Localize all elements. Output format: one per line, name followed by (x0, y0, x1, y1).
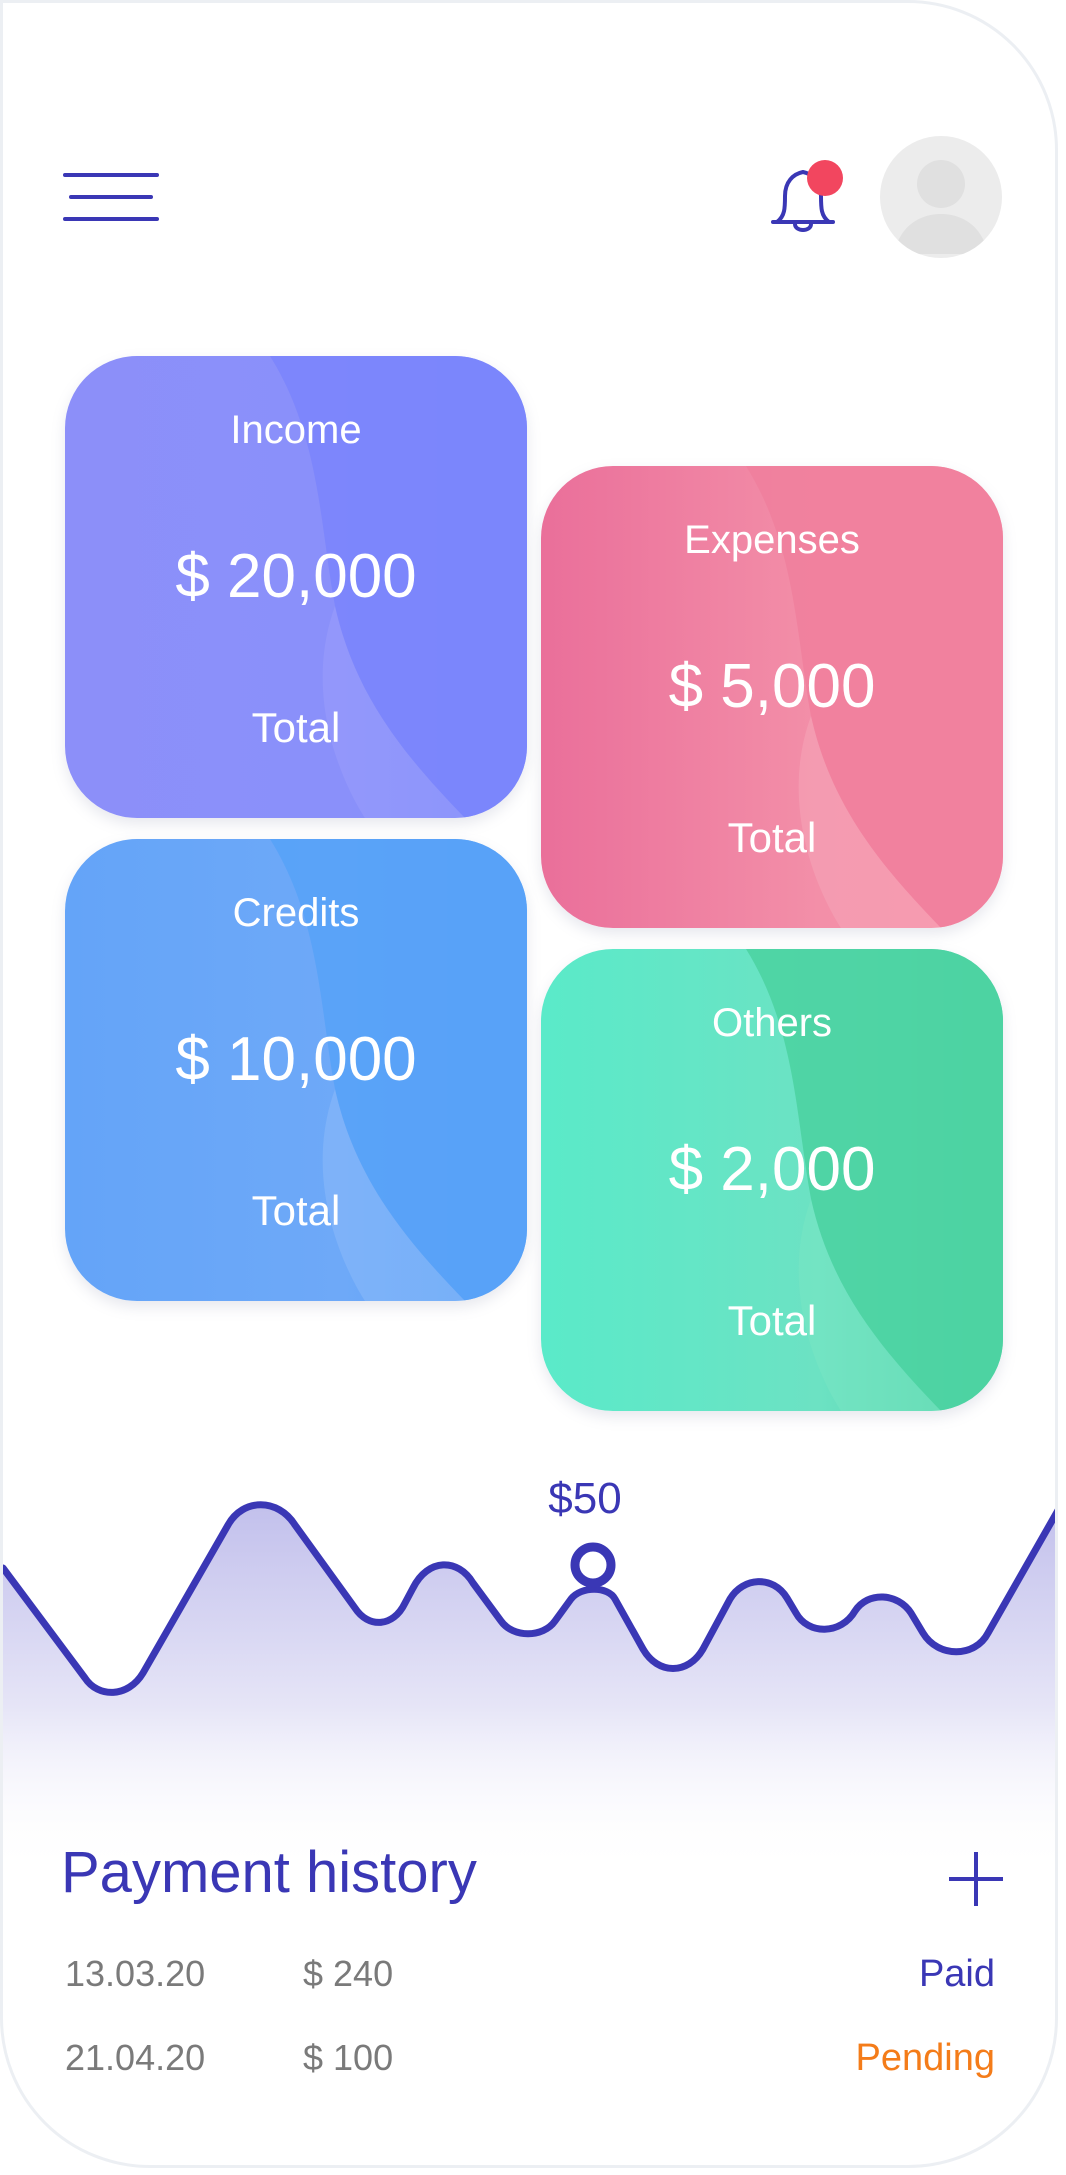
chart-area (3, 1504, 1055, 1873)
chart-selected-point[interactable] (570, 1542, 616, 1588)
card-sub-label: Total (251, 704, 341, 751)
card-amount: $ 10,000 (175, 1025, 417, 1094)
card-title: Expenses (684, 518, 860, 562)
menu-line (63, 217, 159, 221)
payment-date: 21.04.20 (65, 2037, 206, 2078)
credits-card[interactable]: Credits $ 10,000 Total (65, 839, 527, 1301)
card-title: Income (230, 408, 362, 452)
card-title: Credits (232, 891, 360, 935)
card-sub-label: Total (727, 814, 817, 861)
add-payment-button[interactable] (949, 1852, 1003, 1906)
payment-history-title: Payment history (61, 1840, 477, 1905)
notifications-button[interactable] (767, 158, 847, 238)
card-amount: $ 20,000 (175, 542, 417, 611)
payment-status: Pending (855, 2037, 995, 2079)
card-title: Others (711, 1001, 833, 1045)
user-avatar-icon (894, 160, 988, 254)
payment-amount: $ 100 (303, 2037, 394, 2078)
others-card[interactable]: Others $ 2,000 Total (541, 949, 1003, 1411)
notification-badge (807, 160, 843, 196)
chart-value-label: $50 (548, 1474, 622, 1523)
income-card[interactable]: Income $ 20,000 Total (65, 356, 527, 818)
payment-amount: $ 240 (303, 1953, 394, 1994)
payment-row[interactable]: 21.04.20 $ 100 Pending (65, 2037, 995, 2087)
menu-line (63, 173, 159, 177)
spending-line-chart[interactable] (3, 1453, 1058, 1873)
phone-frame: Income $ 20,000 Total Expenses $ 5,000 T… (0, 0, 1058, 2168)
menu-line (69, 195, 153, 199)
payment-date: 13.03.20 (65, 1953, 206, 1994)
card-amount: $ 2,000 (668, 1135, 876, 1204)
expenses-card[interactable]: Expenses $ 5,000 Total (541, 466, 1003, 928)
card-sub-label: Total (251, 1187, 341, 1234)
payment-row[interactable]: 13.03.20 $ 240 Paid (65, 1953, 995, 2003)
card-amount: $ 5,000 (668, 652, 876, 721)
plus-icon-stroke (974, 1852, 978, 1906)
avatar[interactable] (880, 136, 1002, 258)
hamburger-menu-icon[interactable] (63, 171, 163, 225)
payment-status: Paid (918, 1953, 995, 1995)
card-sub-label: Total (727, 1297, 817, 1344)
